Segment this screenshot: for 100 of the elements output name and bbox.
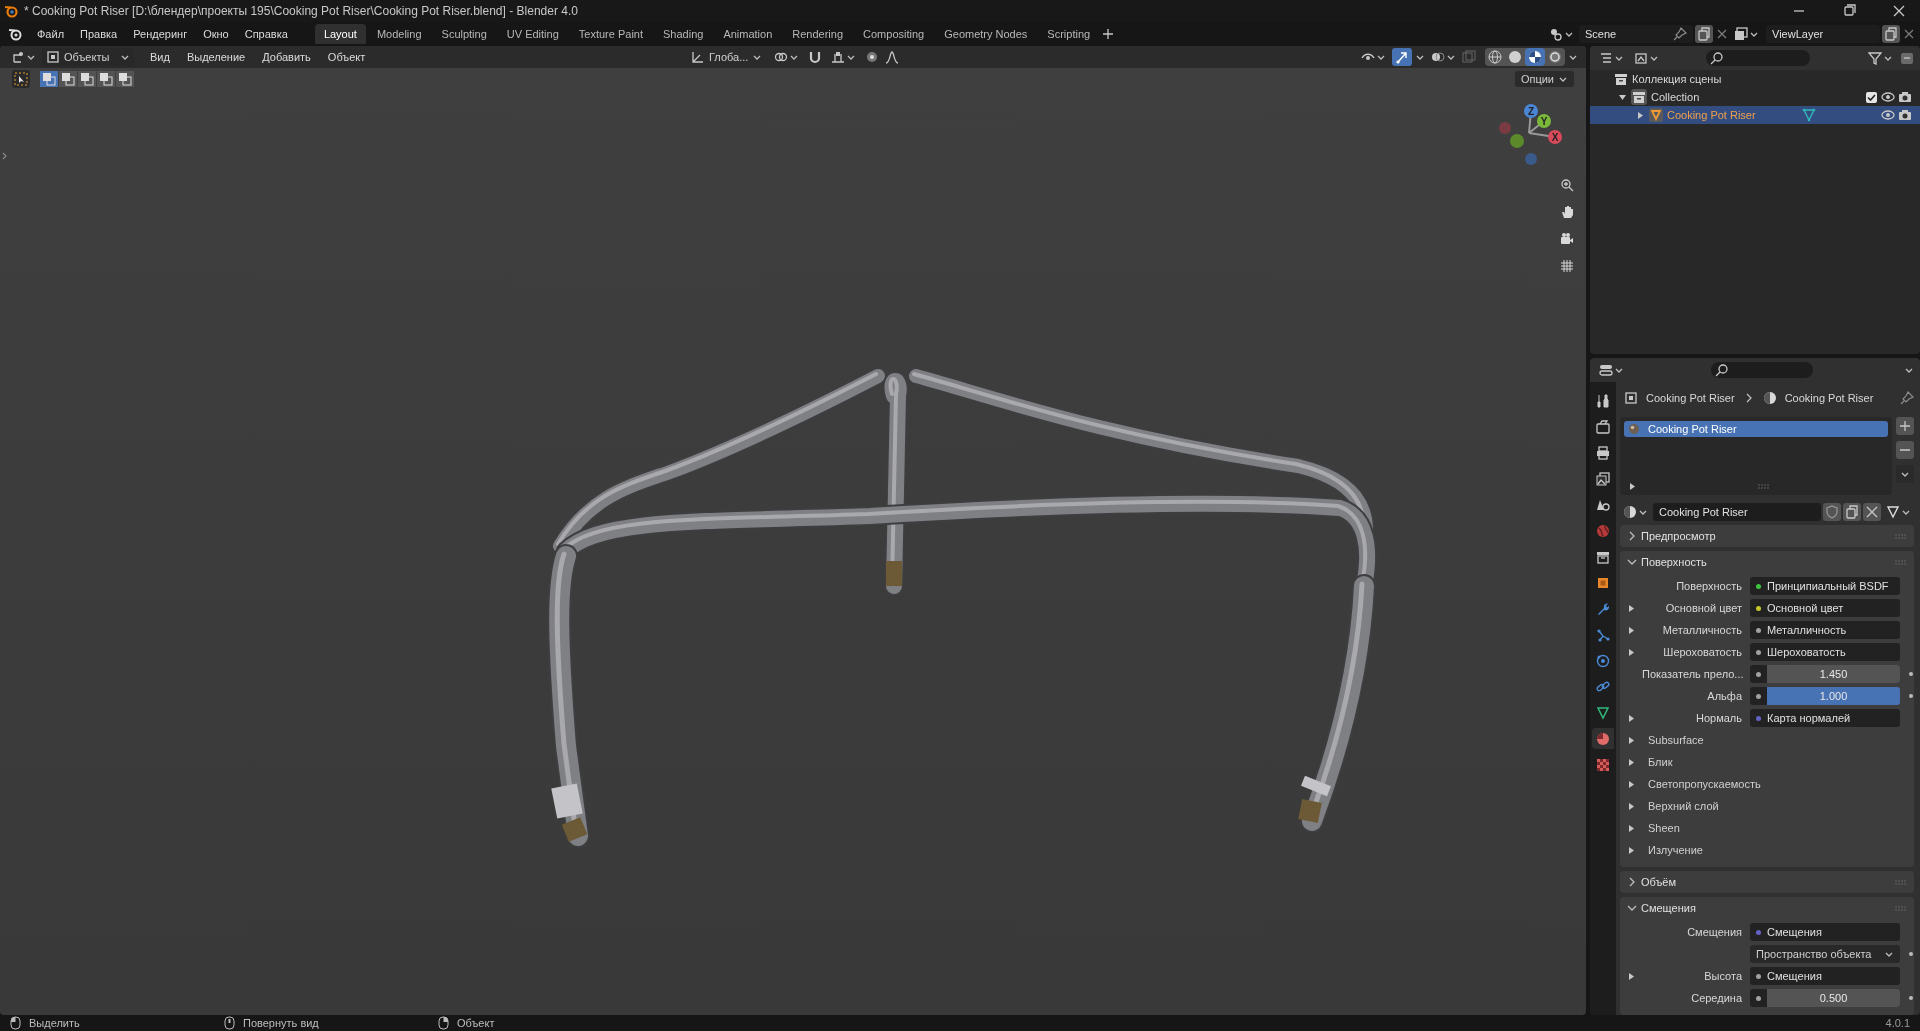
disclosure-icon[interactable]	[1636, 110, 1645, 120]
menu-item[interactable]: Рендеринг	[126, 25, 195, 43]
expand-icon[interactable]	[1626, 801, 1636, 811]
new-collection-icon[interactable]	[1900, 51, 1914, 65]
keyframe-dot-icon[interactable]	[1908, 951, 1914, 957]
search-field[interactable]	[1711, 362, 1813, 378]
number-field[interactable]: 1.450	[1767, 665, 1900, 683]
close-icon[interactable]	[1892, 4, 1906, 18]
orientation-dropdown[interactable]: Глоба...	[688, 48, 766, 66]
socket-dot[interactable]	[1756, 715, 1761, 721]
socket-dot[interactable]	[1756, 995, 1761, 1001]
magnet-icon[interactable]	[808, 50, 823, 64]
expand-icon[interactable]	[1626, 735, 1636, 745]
menu-item[interactable]: Выделение	[179, 48, 253, 66]
menu-item[interactable]: Файл	[30, 25, 72, 43]
expand-icon[interactable]	[1626, 757, 1636, 767]
panel-header[interactable]: Предпросмотр	[1641, 530, 1716, 542]
socket-dot[interactable]	[1756, 583, 1761, 589]
mesh-data-icon[interactable]	[1801, 108, 1816, 122]
axis-gizmo[interactable]: X Y Z	[1499, 104, 1562, 165]
socket-link-field[interactable]: Карта нормалей	[1750, 709, 1900, 727]
select-mode-button[interactable]	[59, 71, 77, 87]
keyframe-dot-icon[interactable]	[1908, 671, 1914, 677]
expand-icon[interactable]	[1626, 779, 1636, 789]
select-mode-button[interactable]	[97, 71, 115, 87]
shield-icon[interactable]	[1823, 503, 1841, 521]
menu-item[interactable]: Правка	[73, 25, 125, 43]
menu-item[interactable]: Справка	[237, 25, 295, 43]
select-mode-button[interactable]	[78, 71, 96, 87]
socket-link-field[interactable]: Смещения	[1750, 923, 1900, 941]
add-icon[interactable]	[1896, 417, 1914, 435]
socket-link-field[interactable]: Принципиальный BSDF	[1750, 577, 1900, 595]
shading-button[interactable]	[1525, 48, 1545, 66]
workspace-tab[interactable]: Scripting	[1038, 24, 1100, 44]
socket-dot[interactable]	[1756, 693, 1761, 699]
checkbox[interactable]	[1865, 90, 1878, 104]
socket-dot[interactable]	[1756, 973, 1761, 979]
slider-field[interactable]: 1.000	[1767, 687, 1900, 705]
expand-icon[interactable]	[1628, 482, 1637, 491]
pin-icon[interactable]	[1673, 27, 1687, 41]
socket-link-field[interactable]: Смещения	[1750, 967, 1900, 985]
material-name-field[interactable]: Cooking Pot Riser	[1653, 503, 1821, 521]
menu-item[interactable]: Добавить	[255, 48, 318, 66]
select-mode-button[interactable]	[116, 71, 134, 87]
workspace-tab[interactable]: Layout	[314, 24, 366, 44]
workspace-tab[interactable]: Geometry Nodes	[935, 24, 1037, 44]
space-dropdown[interactable]: Пространство объекта	[1750, 945, 1900, 963]
socket-dot[interactable]	[1756, 605, 1761, 611]
proportional-icon[interactable]	[865, 50, 880, 64]
workspace-tab[interactable]: Animation	[714, 24, 782, 44]
expand-icon[interactable]	[1626, 845, 1636, 855]
shading-button[interactable]	[1485, 48, 1505, 66]
workspace-tab[interactable]: Sculpting	[432, 24, 496, 44]
menu-item[interactable]: Объект	[320, 48, 373, 66]
workspace-tab[interactable]: Modeling	[367, 24, 431, 44]
select-box-tool[interactable]	[12, 70, 30, 88]
disclosure-icon[interactable]	[1618, 92, 1627, 102]
socket-dot[interactable]	[1756, 627, 1761, 633]
tree-item[interactable]: Collection	[1651, 91, 1700, 103]
keyframe-dot-icon[interactable]	[1908, 995, 1914, 1001]
eye-icon[interactable]	[1881, 108, 1895, 122]
resize-grip-icon[interactable]	[1757, 483, 1771, 490]
subpanel-header[interactable]: Светопропускаемость	[1642, 778, 1761, 790]
workspace-tab[interactable]: Texture Paint	[569, 24, 652, 44]
scene-field[interactable]: Scene	[1579, 25, 1693, 43]
subpanel-header[interactable]: Subsurface	[1642, 734, 1704, 746]
tree-item[interactable]: Коллекция сцены	[1632, 73, 1722, 85]
workspace-tab[interactable]: UV Editing	[497, 24, 568, 44]
workspace-tab[interactable]: Compositing	[854, 24, 934, 44]
pin-icon[interactable]	[1900, 390, 1914, 405]
subpanel-header[interactable]: Излучение	[1642, 844, 1703, 856]
add-icon[interactable]	[1101, 27, 1116, 41]
socket-link-field[interactable]: Основной цвет	[1750, 599, 1900, 617]
expand-icon[interactable]	[1626, 647, 1636, 657]
camera-icon[interactable]	[1898, 90, 1912, 104]
socket-dot[interactable]	[1756, 671, 1761, 677]
select-mode-button[interactable]	[40, 71, 58, 87]
panel-header[interactable]: Смещения	[1641, 902, 1696, 914]
expand-icon[interactable]	[1626, 971, 1636, 981]
expand-icon[interactable]	[1626, 823, 1636, 833]
expand-icon[interactable]	[1626, 713, 1636, 723]
close-icon[interactable]	[1863, 503, 1881, 521]
toolbar-toggle-icon[interactable]	[1, 152, 9, 161]
remove-icon[interactable]	[1896, 441, 1914, 459]
workspace-tab[interactable]: Shading	[654, 24, 713, 44]
subpanel-header[interactable]: Блик	[1642, 756, 1673, 768]
socket-dot[interactable]	[1756, 649, 1761, 655]
copy-icon[interactable]	[1843, 503, 1861, 521]
panel-header[interactable]: Объём	[1641, 876, 1677, 888]
view-layer-field[interactable]: ViewLayer	[1766, 25, 1880, 43]
menu-item[interactable]: Окно	[196, 25, 236, 43]
maximize-icon[interactable]	[1842, 4, 1856, 18]
mode-dropdown[interactable]: Объекты	[42, 48, 134, 66]
gizmo-toggle[interactable]	[1392, 48, 1412, 66]
number-field[interactable]: 0.500	[1767, 989, 1900, 1007]
workspace-tab[interactable]: Rendering	[783, 24, 853, 44]
expand-icon[interactable]	[1626, 625, 1636, 635]
socket-link-field[interactable]: Шероховатость	[1750, 643, 1900, 661]
menu-item[interactable]: Вид	[143, 48, 177, 66]
copy-icon[interactable]	[1695, 25, 1713, 43]
